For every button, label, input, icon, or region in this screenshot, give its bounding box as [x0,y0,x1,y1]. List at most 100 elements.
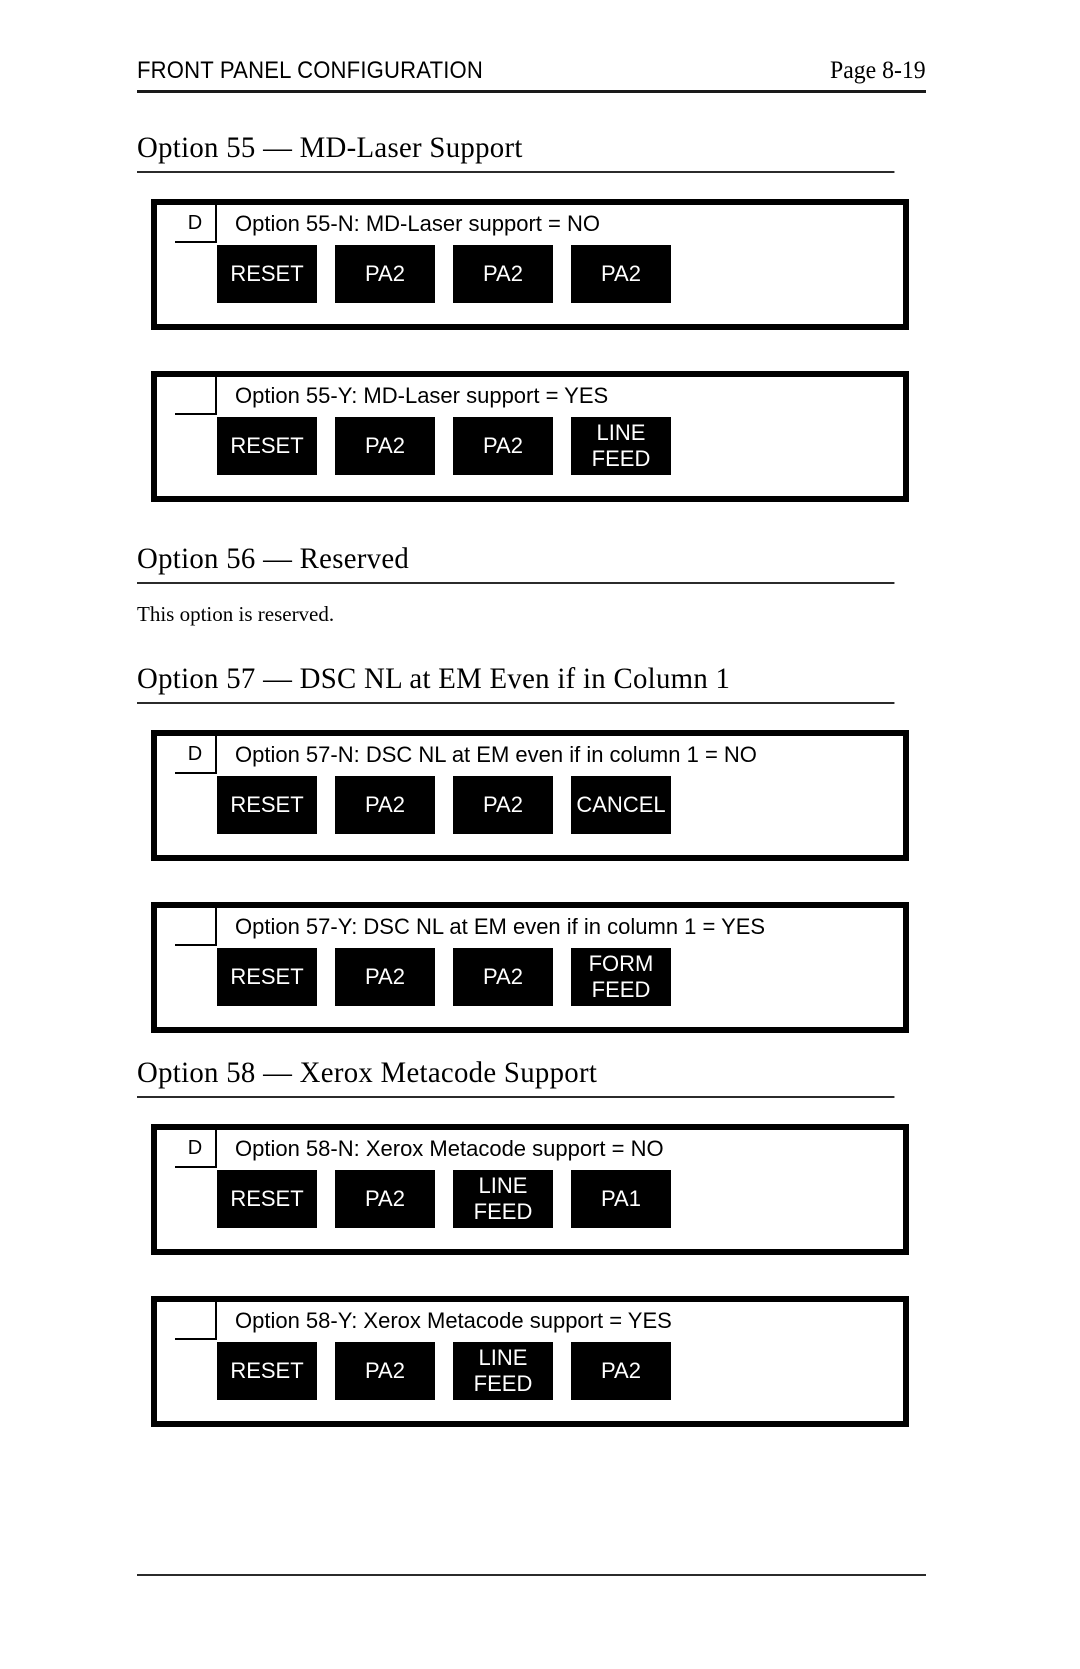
document-page: FRONT PANEL CONFIGURATION Page 8-19 Opti… [0,0,1080,1669]
key-button[interactable]: RESET [217,1342,317,1400]
key-label-line1: RESET [230,1186,304,1211]
key-label-line1: PA2 [483,792,523,817]
panel-inner: D Option 57-N: DSC NL at EM even if in c… [155,734,905,857]
key-button[interactable]: FORM FEED [571,948,671,1006]
key-button[interactable]: PA2 [335,1342,435,1400]
key-button[interactable]: LINE FEED [453,1342,553,1400]
key-button[interactable]: PA2 [571,245,671,303]
panel-display-text: Option 55-Y: MD-Laser support = YES [235,383,609,408]
panel-key-row: RESET PA2 PA2 CANCEL [157,774,903,834]
key-button[interactable]: CANCEL [571,776,671,834]
key-button[interactable]: PA2 [453,417,553,475]
panel-display-text: Option 58-N: Xerox Metacode support = NO [235,1136,664,1161]
key-label-line1: PA2 [365,1358,405,1383]
panel-display-row: Option 55-Y: MD-Laser support = YES [157,377,903,415]
panel-display-text: Option 58-Y: Xerox Metacode support = YE… [235,1308,672,1333]
default-marker-cell [175,908,217,946]
key-button[interactable]: PA2 [571,1342,671,1400]
section-heading-option-56: Option 56 — Reserved [137,542,895,584]
key-button[interactable]: RESET [217,245,317,303]
key-label-line1: RESET [230,261,304,286]
key-label-line1: LINE [596,420,646,445]
key-label-line1: LINE [478,1345,528,1370]
key-label-line1: PA2 [365,792,405,817]
panel-inner: D Option 55-N: MD-Laser support = NO RES… [155,203,905,326]
default-marker-cell: D [175,736,217,774]
panel-option-55-y: Option 55-Y: MD-Laser support = YES RESE… [151,371,909,502]
section-option-55: Option 55 — MD-Laser Support [137,131,926,173]
key-button[interactable]: PA2 [453,245,553,303]
section-heading-option-57: Option 57 — DSC NL at EM Even if in Colu… [137,662,895,704]
key-label-line1: RESET [230,792,304,817]
panel-inner: Option 57-Y: DSC NL at EM even if in col… [155,906,905,1029]
key-label-line1: PA2 [365,1186,405,1211]
key-label-line1: RESET [230,964,304,989]
panel-option-57-y: Option 57-Y: DSC NL at EM even if in col… [151,902,909,1033]
section-option-56: Option 56 — Reserved This option is rese… [137,542,926,627]
panel-display-row: Option 57-Y: DSC NL at EM even if in col… [157,908,903,946]
key-button[interactable]: LINE FEED [571,417,671,475]
section-heading-option-55: Option 55 — MD-Laser Support [137,131,895,173]
panel-option-58-n: D Option 58-N: Xerox Metacode support = … [151,1124,909,1255]
key-button[interactable]: RESET [217,776,317,834]
key-button[interactable]: PA2 [335,948,435,1006]
panel-display-row: Option 58-Y: Xerox Metacode support = YE… [157,1302,903,1340]
key-label-line1: PA2 [483,964,523,989]
key-label-line2: FEED [473,1371,533,1396]
key-label-line1: RESET [230,1358,304,1383]
key-button[interactable]: PA2 [335,245,435,303]
key-button[interactable]: PA2 [335,417,435,475]
panel-inner: Option 58-Y: Xerox Metacode support = YE… [155,1300,905,1423]
header-title: FRONT PANEL CONFIGURATION [137,57,484,84]
key-label-line2: FEED [591,446,651,471]
section-option-57: Option 57 — DSC NL at EM Even if in Colu… [137,662,926,704]
key-button[interactable]: PA2 [453,948,553,1006]
panel-key-row: RESET PA2 LINE FEED PA1 [157,1168,903,1228]
footer-rule [137,1574,926,1576]
key-button[interactable]: PA2 [335,776,435,834]
page-running-header: FRONT PANEL CONFIGURATION Page 8-19 [137,57,926,93]
default-marker-cell: D [175,205,217,243]
key-label-line1: LINE [478,1173,528,1198]
key-label-line1: PA2 [365,261,405,286]
key-button[interactable]: PA1 [571,1170,671,1228]
key-label-line1: RESET [230,433,304,458]
panel-display-row: D Option 55-N: MD-Laser support = NO [157,205,903,243]
key-label-line2: FEED [473,1199,533,1224]
key-label-line1: PA2 [483,433,523,458]
key-label-line1: FORM [588,951,654,976]
default-marker-cell: D [175,1130,217,1168]
key-label-line1: PA1 [601,1186,641,1211]
key-label-line1: CANCEL [576,792,666,817]
key-label-line2: FEED [591,977,651,1002]
default-marker-cell [175,377,217,415]
panel-display-text: Option 57-Y: DSC NL at EM even if in col… [235,914,766,939]
panel-key-row: RESET PA2 PA2 FORM FEED [157,946,903,1006]
key-button[interactable]: RESET [217,417,317,475]
key-label-line1: PA2 [483,261,523,286]
key-button[interactable]: PA2 [335,1170,435,1228]
section-heading-option-58: Option 58 — Xerox Metacode Support [137,1056,895,1098]
key-button[interactable]: RESET [217,948,317,1006]
section-body-option-56: This option is reserved. [137,602,335,626]
panel-display-text: Option 57-N: DSC NL at EM even if in col… [235,742,757,767]
panel-display-row: D Option 57-N: DSC NL at EM even if in c… [157,736,903,774]
key-label-line1: PA2 [365,433,405,458]
panel-option-57-n: D Option 57-N: DSC NL at EM even if in c… [151,730,909,861]
key-label-line1: PA2 [365,964,405,989]
key-button[interactable]: PA2 [453,776,553,834]
key-button[interactable]: LINE FEED [453,1170,553,1228]
page-number: Page 8-19 [830,57,926,84]
section-option-58: Option 58 — Xerox Metacode Support [137,1056,926,1098]
panel-inner: D Option 58-N: Xerox Metacode support = … [155,1128,905,1251]
panel-key-row: RESET PA2 PA2 LINE FEED [157,415,903,475]
key-label-line1: PA2 [601,261,641,286]
panel-option-58-y: Option 58-Y: Xerox Metacode support = YE… [151,1296,909,1427]
key-label-line1: PA2 [601,1358,641,1383]
panel-key-row: RESET PA2 PA2 PA2 [157,243,903,303]
panel-key-row: RESET PA2 LINE FEED PA2 [157,1340,903,1400]
default-marker-cell [175,1302,217,1340]
panel-display-row: D Option 58-N: Xerox Metacode support = … [157,1130,903,1168]
key-button[interactable]: RESET [217,1170,317,1228]
panel-display-text: Option 55-N: MD-Laser support = NO [235,211,600,236]
